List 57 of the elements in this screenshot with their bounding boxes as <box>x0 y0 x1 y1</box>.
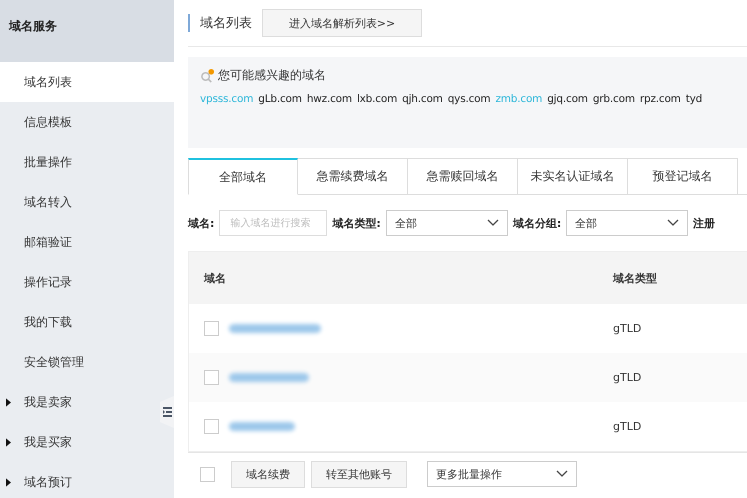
column-header: 域名 <box>202 270 227 286</box>
expand-triangle-icon <box>6 438 11 446</box>
suggested-domain-link[interactable]: tyd <box>686 93 702 105</box>
sidebar-item[interactable]: 我的下载 <box>0 302 174 342</box>
collapse-handle-icon[interactable] <box>160 396 174 428</box>
suggested-domain-link[interactable]: rpz.com <box>640 93 681 105</box>
suggestion-title: 您可能感兴趣的域名 <box>218 67 326 84</box>
sidebar-item[interactable]: 我是卖家 <box>0 382 159 422</box>
filter-tab[interactable]: 未实名认证域名 <box>518 158 628 195</box>
blurred-domain <box>229 422 295 431</box>
sidebar-item[interactable]: 批量操作 <box>0 142 174 182</box>
filter-tab[interactable]: 急需赎回域名 <box>408 158 518 195</box>
suggested-domain-link[interactable]: lxb.com <box>356 93 398 105</box>
row-checkbox[interactable] <box>204 321 219 336</box>
filter-tab[interactable]: 全部域名 <box>188 158 298 195</box>
sidebar-item[interactable]: 域名转入 <box>0 182 174 222</box>
sidebar-item[interactable]: 信息模板 <box>0 102 174 142</box>
suggested-domain-link[interactable]: grb.com <box>592 93 635 105</box>
search-icon <box>200 68 215 83</box>
filter-label: 注册 <box>693 216 716 230</box>
suggested-domain-link[interactable]: gLb.com <box>258 93 302 105</box>
row-checkbox[interactable] <box>204 419 219 434</box>
filter-label: 域名类型: <box>332 216 381 230</box>
sidebar-item[interactable]: 域名预订 <box>0 462 159 498</box>
domain-group-select[interactable]: 全部 <box>566 210 688 236</box>
dns-list-button[interactable]: 进入域名解析列表>> <box>262 9 422 37</box>
filter-tab[interactable]: 预登记域名 <box>628 158 738 195</box>
sidebar-item[interactable]: 我是买家 <box>0 422 159 462</box>
domain-type-select[interactable]: 全部 <box>386 210 508 236</box>
domain-search-field[interactable]: 输入域名进行搜索 <box>219 210 328 236</box>
suggested-domain-link[interactable]: gjq.com <box>547 93 588 105</box>
filter-tab[interactable]: 急需续费域名 <box>298 158 408 195</box>
batch-action-button[interactable]: 域名续费 <box>231 460 305 488</box>
sidebar-item[interactable]: 邮箱验证 <box>0 222 174 262</box>
chevron-down-icon <box>556 470 568 478</box>
sidebar-title: 域名服务 <box>9 18 57 34</box>
select-all-checkbox[interactable] <box>200 466 215 482</box>
expand-triangle-icon <box>6 398 11 406</box>
sidebar-item[interactable]: 域名列表 <box>0 62 174 102</box>
column-header: 域名类型 <box>613 270 657 286</box>
batch-action-button[interactable]: 转至其他账号 <box>311 460 407 488</box>
filter-label: 域名: <box>188 216 214 230</box>
table-cell: gTLD <box>613 371 642 384</box>
expand-triangle-icon <box>6 478 11 486</box>
suggested-domain-link[interactable]: hwz.com <box>306 93 352 105</box>
suggested-domain-link[interactable]: qjh.com <box>402 93 443 105</box>
table-cell: gTLD <box>613 420 642 433</box>
filter-label: 域名分组: <box>512 216 562 230</box>
suggested-domain-link[interactable]: qys.com <box>448 93 490 105</box>
chevron-down-icon <box>486 219 499 227</box>
sidebar-item[interactable]: 安全锁管理 <box>0 342 174 382</box>
table-cell: gTLD <box>613 322 642 335</box>
batch-operations-select[interactable]: 更多批量操作 <box>427 461 577 487</box>
sidebar-item[interactable]: 操作记录 <box>0 262 174 302</box>
chevron-down-icon <box>667 219 680 227</box>
page-title: 域名列表 <box>188 14 252 32</box>
row-checkbox[interactable] <box>204 370 219 385</box>
